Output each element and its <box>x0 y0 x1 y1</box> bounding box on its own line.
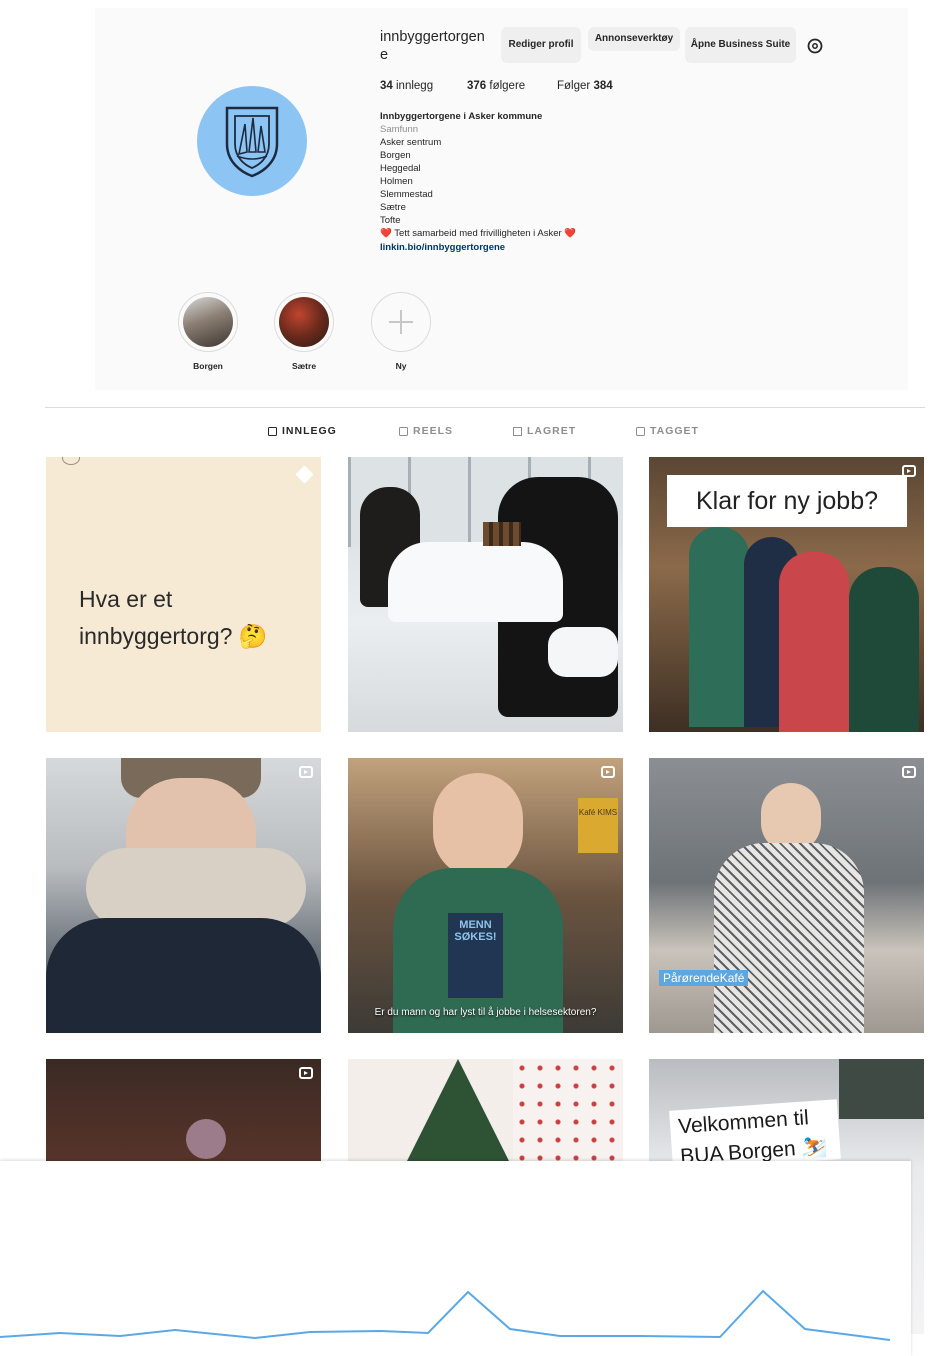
tab-label: REELS <box>413 425 454 437</box>
post-tile[interactable]: Hva er et innbyggertorg? 🤔 <box>46 457 321 732</box>
trend-line <box>0 1289 891 1341</box>
followers-stat[interactable]: 376 følgere <box>467 80 525 92</box>
post-tile[interactable]: Klar for ny jobb? <box>649 457 924 732</box>
bio-category: Samfunn <box>380 124 419 135</box>
bio-line: Tofte <box>380 215 401 226</box>
following-stat[interactable]: Følger 384 <box>557 80 613 92</box>
highlight-borgen[interactable]: Borgen <box>178 292 238 371</box>
post-caption: Er du mann og har lyst til å jobbe i hel… <box>374 1007 597 1018</box>
tab-label: LAGRET <box>527 425 577 437</box>
tab-divider <box>45 407 925 408</box>
bio-tagline: ❤️ Tett samarbeid med frivilligheten i A… <box>380 228 577 239</box>
person <box>849 567 919 732</box>
post-caption-line: Hva er et <box>79 586 173 612</box>
posts-count-stat: 34 innlegg <box>380 80 433 92</box>
following-label: Følger <box>557 80 591 92</box>
ad-tools-button[interactable]: Annonseverktøy <box>588 27 680 51</box>
post-tile[interactable] <box>46 758 321 1033</box>
open-business-suite-button[interactable]: Åpne Business Suite <box>685 27 796 63</box>
tag-icon <box>636 426 645 436</box>
brand-logo <box>62 457 80 465</box>
chess-set <box>483 522 521 546</box>
highlight-saetre[interactable]: Sætre <box>274 292 334 371</box>
post-caption-line: innbyggertorg? 🤔 <box>79 623 268 649</box>
following-count: 384 <box>593 80 613 92</box>
profile-avatar[interactable] <box>197 86 307 196</box>
bio-line: Slemmestad <box>380 189 433 200</box>
christmas-tree <box>403 1059 513 1169</box>
bio-name: Innbyggertorgene i Asker kommune <box>380 111 543 122</box>
bio-line: Asker sentrum <box>380 137 442 148</box>
reel-icon <box>299 1067 313 1079</box>
bookmark-icon <box>513 426 522 436</box>
post-caption: Hva er et innbyggertorg? 🤔 <box>79 581 267 655</box>
snow-table <box>388 542 563 622</box>
shield-logo-icon <box>225 106 279 178</box>
knitted-sweater <box>714 843 864 1033</box>
reel-icon <box>601 766 615 778</box>
bio-line: Sætre <box>380 202 406 213</box>
bio-line: Heggedal <box>380 163 421 174</box>
scarf <box>86 848 306 928</box>
highlight-label: Ny <box>395 361 407 371</box>
person <box>779 552 849 732</box>
highlight-ring <box>274 292 334 352</box>
profile-username: innbyggertorgene <box>380 29 485 63</box>
highlight-label: Sætre <box>291 361 317 371</box>
bio-line: Borgen <box>380 150 411 161</box>
bottom-panel <box>0 1161 911 1356</box>
person <box>689 527 749 727</box>
tab-tagged[interactable]: TAGGET <box>636 425 699 437</box>
tab-label: TAGGET <box>650 425 699 437</box>
post-caption: Klar for ny jobb? <box>667 475 907 527</box>
post-tile[interactable]: PårørendeKafé <box>649 758 924 1033</box>
reel-icon <box>902 766 916 778</box>
bio-link[interactable]: linkin.bio/innbyggertorgene <box>380 242 505 253</box>
posts-label: innlegg <box>396 80 434 92</box>
highlight-thumbnail <box>279 297 329 347</box>
followers-label: følgere <box>489 80 526 92</box>
post-caption: PårørendeKafé <box>659 970 749 986</box>
face <box>433 773 523 878</box>
reels-icon <box>399 426 408 436</box>
bio-line: Holmen <box>380 176 413 187</box>
settings-icon[interactable] <box>805 36 825 56</box>
highlight-new[interactable]: Ny <box>371 292 431 371</box>
tab-label: INNLEGG <box>282 425 337 437</box>
tab-posts[interactable]: INNLEGG <box>268 425 337 437</box>
forest <box>839 1059 924 1119</box>
highlight-ring <box>178 292 238 352</box>
highlight-thumbnail <box>183 297 233 347</box>
book-cover: MENN SØKES! <box>448 913 503 998</box>
tab-saved[interactable]: LAGRET <box>513 425 576 437</box>
posts-count: 34 <box>380 80 393 92</box>
followers-count: 376 <box>467 80 487 92</box>
highlight-ring <box>371 292 431 352</box>
reel-icon <box>299 766 313 778</box>
cafe-sign: Kafé KIMS <box>578 798 618 853</box>
highlight-label: Borgen <box>193 361 223 371</box>
post-tile[interactable]: Kafé KIMS MENN SØKES! Er du mann og har … <box>348 758 623 1033</box>
snow-bench <box>548 627 618 677</box>
post-tile[interactable] <box>348 457 623 732</box>
pin-icon <box>295 465 314 484</box>
jacket <box>46 918 321 1033</box>
tab-reels[interactable]: REELS <box>399 425 453 437</box>
grid-icon <box>268 426 277 436</box>
edit-profile-button[interactable]: Rediger profil <box>501 27 581 63</box>
plus-icon <box>389 310 413 334</box>
balloon <box>186 1119 226 1159</box>
